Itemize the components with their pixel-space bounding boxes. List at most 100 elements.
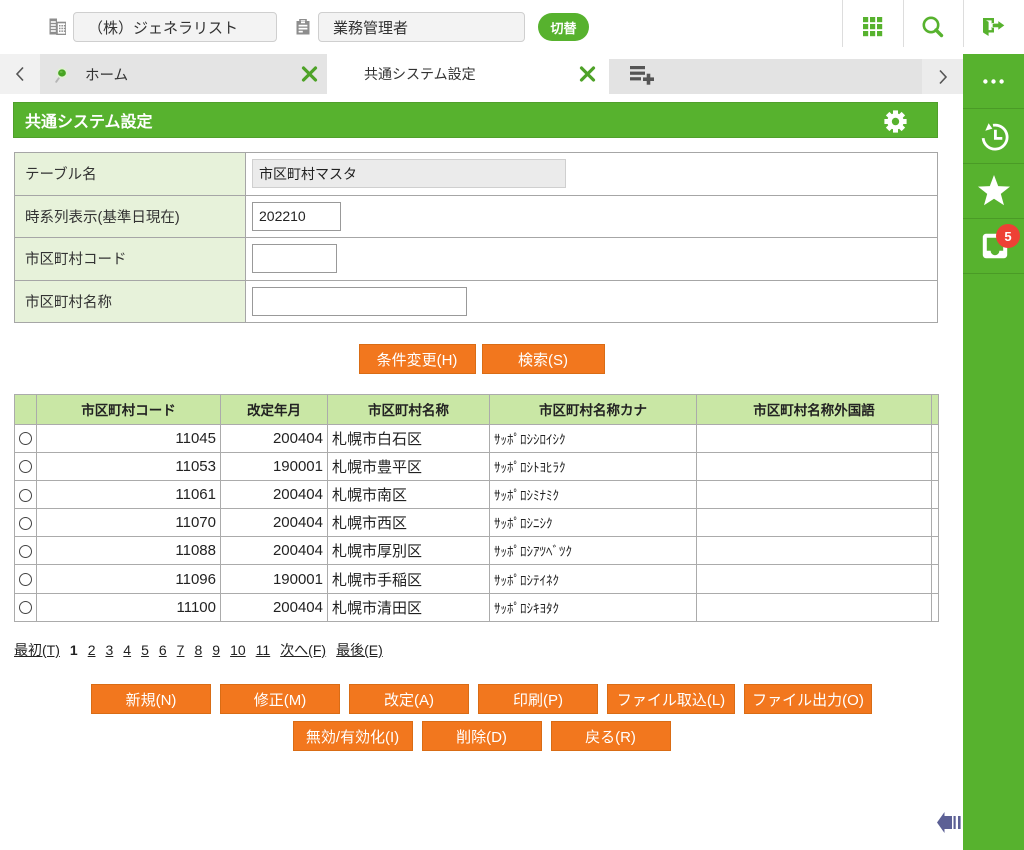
form-value-cell [246, 238, 938, 281]
tab-active[interactable]: 共通システム設定 [327, 54, 609, 94]
sidebar-collapse-handle[interactable] [937, 812, 961, 838]
disable-enable-button[interactable]: 無効/有効化(I) [293, 721, 413, 751]
results-table-body: 11045200404札幌市白石区ｻｯﾎﾟﾛｼｼﾛｲｼｸ11053190001札… [15, 424, 939, 621]
cell-city-kana: ｻｯﾎﾟﾛｼﾄﾖﾋﾗｸ [490, 452, 697, 480]
cell-city-kana: ｻｯﾎﾟﾛｼｷﾖﾀｸ [490, 593, 697, 621]
pagination-page-link[interactable]: 2 [88, 642, 96, 658]
results-header-col: 市区町村名称 [328, 395, 490, 425]
cell-city-name: 札幌市豊平区 [328, 452, 490, 480]
add-tab-button[interactable] [628, 61, 656, 89]
search-submit-button[interactable]: 検索(S) [482, 344, 605, 374]
gear-icon[interactable] [884, 110, 907, 138]
grid-icon [863, 17, 883, 37]
back-button[interactable]: 戻る(R) [551, 721, 671, 751]
sidebar-inbox-button[interactable]: 5 [963, 219, 1024, 274]
cell-city-name: 札幌市白石区 [328, 424, 490, 452]
revise-button[interactable]: 改定(A) [349, 684, 469, 714]
more-dots-icon [983, 79, 1004, 84]
pagination-page-link[interactable]: 7 [177, 642, 185, 658]
table-row: 11096190001札幌市手稲区ｻｯﾎﾟﾛｼﾃｲﾈｸ [15, 565, 939, 593]
pagination-page-link[interactable]: 9 [212, 642, 220, 658]
search-form-body: テーブル名 時系列表示(基準日現在) 市区町村コード 市区町村名称 [15, 153, 938, 323]
tab-scroll-left-button[interactable] [0, 54, 40, 94]
tab-home-close-icon[interactable] [301, 66, 318, 83]
chevron-left-icon [15, 66, 25, 82]
pagination-first-link[interactable]: 最初(T) [14, 640, 60, 660]
tab-home[interactable]: ホーム [40, 54, 327, 94]
cell-city-code: 11088 [37, 537, 221, 565]
role-field[interactable]: 業務管理者 [318, 12, 525, 42]
cell-city-code: 11096 [37, 565, 221, 593]
tab-active-close-icon[interactable] [579, 66, 596, 83]
pagination-page-link[interactable]: 4 [123, 642, 131, 658]
logout-icon [983, 18, 1005, 37]
cell-city-kana: ｻｯﾎﾟﾛｼﾆｼｸ [490, 509, 697, 537]
row-radio-button[interactable] [19, 432, 32, 445]
cell-revision: 200404 [221, 480, 328, 508]
cell-city-code: 11070 [37, 509, 221, 537]
results-header-col: 市区町村名称外国語 [697, 395, 932, 425]
pagination-page-link[interactable]: 8 [194, 642, 202, 658]
change-condition-button[interactable]: 条件変更(H) [359, 344, 476, 374]
results-header-col: 市区町村コード [37, 395, 221, 425]
table-row: 11053190001札幌市豊平区ｻｯﾎﾟﾛｼﾄﾖﾋﾗｸ [15, 452, 939, 480]
base-date-input[interactable] [252, 202, 341, 231]
sidebar-favorites-button[interactable] [963, 164, 1024, 219]
pagination: 最初(T) 123456789 10 11 次へ(F) 最後(E) [14, 640, 383, 660]
new-button[interactable]: 新規(N) [91, 684, 211, 714]
row-radio-button[interactable] [19, 517, 32, 530]
pagination-page-link[interactable]: 11 [256, 642, 271, 658]
table-row: 11070200404札幌市西区ｻｯﾎﾟﾛｼﾆｼｸ [15, 509, 939, 537]
row-select-cell [15, 480, 37, 508]
results-table: 市区町村コード改定年月市区町村名称市区町村名称カナ市区町村名称外国語 11045… [14, 394, 939, 622]
sidebar-more-button[interactable] [963, 54, 1024, 109]
company-field-value: （株）ジェネラリスト [88, 17, 238, 38]
row-radio-button[interactable] [19, 489, 32, 502]
file-export-button[interactable]: ファイル出力(O) [744, 684, 872, 714]
cell-revision: 200404 [221, 593, 328, 621]
file-import-button[interactable]: ファイル取込(L) [607, 684, 735, 714]
menu-grid-button[interactable] [842, 0, 903, 54]
results-header-col: 市区町村名称カナ [490, 395, 697, 425]
cell-revision: 200404 [221, 537, 328, 565]
add-tab-icon [630, 66, 654, 85]
sidebar-history-button[interactable] [963, 109, 1024, 164]
pagination-page-link[interactable]: 6 [159, 642, 167, 658]
tab-scroll-right-button[interactable] [922, 59, 963, 94]
pagination-page-link[interactable]: 10 [230, 642, 246, 658]
search-button[interactable] [903, 0, 963, 54]
form-row-table-name: テーブル名 [15, 153, 938, 196]
row-radio-button[interactable] [19, 573, 32, 586]
form-label: テーブル名 [15, 153, 246, 196]
form-row-city-name: 市区町村名称 [15, 280, 938, 323]
row-radio-button[interactable] [19, 545, 32, 558]
logout-button[interactable] [963, 0, 1024, 54]
pagination-page-link[interactable]: 5 [141, 642, 149, 658]
pagination-current-page: 1 [70, 642, 78, 658]
delete-button[interactable]: 削除(D) [422, 721, 542, 751]
results-header-filler [932, 395, 939, 425]
cell-foreign-name [697, 593, 932, 621]
city-code-input[interactable] [252, 244, 337, 273]
search-button-row: 条件変更(H) 検索(S) [0, 344, 963, 374]
cell-city-kana: ｻｯﾎﾟﾛｼｼﾛｲｼｸ [490, 424, 697, 452]
print-button[interactable]: 印刷(P) [478, 684, 598, 714]
switch-button[interactable]: 切替 [538, 13, 589, 41]
row-radio-button[interactable] [19, 460, 32, 473]
results-header-row: 市区町村コード改定年月市区町村名称市区町村名称カナ市区町村名称外国語 [15, 395, 939, 425]
city-name-input[interactable] [252, 287, 467, 316]
cell-city-name: 札幌市清田区 [328, 593, 490, 621]
edit-button[interactable]: 修正(M) [220, 684, 340, 714]
pagination-last-link[interactable]: 最後(E) [336, 640, 383, 660]
cell-filler [932, 452, 939, 480]
row-select-cell [15, 424, 37, 452]
cell-filler [932, 424, 939, 452]
pagination-next-link[interactable]: 次へ(F) [280, 640, 326, 660]
pagination-page-link[interactable]: 3 [105, 642, 113, 658]
table-row: 11045200404札幌市白石区ｻｯﾎﾟﾛｼｼﾛｲｼｸ [15, 424, 939, 452]
company-field[interactable]: （株）ジェネラリスト [73, 12, 277, 42]
row-radio-button[interactable] [19, 601, 32, 614]
table-name-input[interactable] [252, 159, 566, 188]
cell-revision: 190001 [221, 452, 328, 480]
form-value-cell [246, 195, 938, 238]
